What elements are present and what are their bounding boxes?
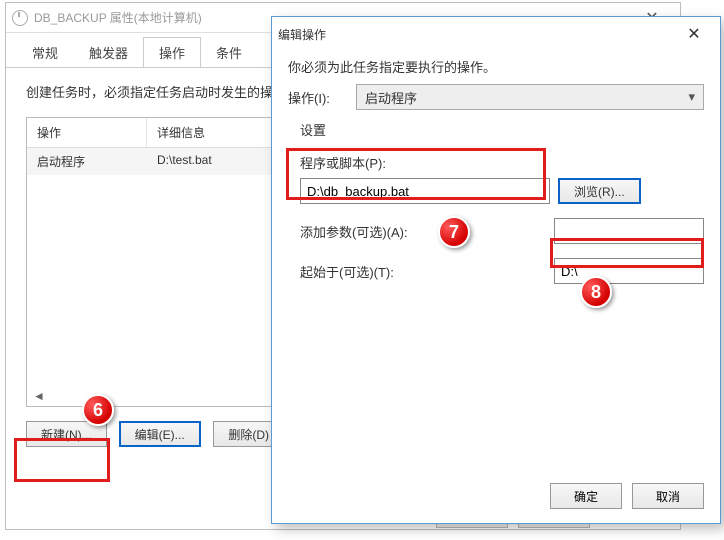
startin-row: 起始于(可选)(T): <box>300 258 704 284</box>
th-action[interactable]: 操作 <box>27 118 147 147</box>
edit-button[interactable]: 编辑(E)... <box>119 421 201 447</box>
tab-conditions[interactable]: 条件 <box>200 37 258 67</box>
scheduler-icon <box>12 10 28 26</box>
program-label: 程序或脚本(P): <box>300 153 704 172</box>
cell-action: 启动程序 <box>27 148 147 175</box>
settings-fieldset: 程序或脚本(P): 浏览(R)... 添加参数(可选)(A): 起始于(可选)(… <box>288 153 704 284</box>
args-row: 添加参数(可选)(A): <box>300 218 704 244</box>
tab-triggers[interactable]: 触发器 <box>73 37 144 67</box>
settings-label: 设置 <box>300 120 704 139</box>
cancel-button[interactable]: 取消 <box>632 483 704 509</box>
action-select-value: 启动程序 <box>365 88 417 107</box>
args-input[interactable] <box>554 218 704 244</box>
program-input[interactable] <box>300 178 550 204</box>
scroll-left-icon[interactable]: ◄ <box>29 387 49 404</box>
args-label: 添加参数(可选)(A): <box>300 222 408 241</box>
browse-button[interactable]: 浏览(R)... <box>558 178 641 204</box>
tab-general[interactable]: 常规 <box>16 37 74 67</box>
dialog-buttons: 确定 取消 <box>550 469 704 509</box>
dialog-title: 编辑操作 <box>278 26 326 43</box>
action-select-row: 操作(I): 启动程序 ▾ <box>288 84 704 110</box>
action-select[interactable]: 启动程序 ▾ <box>356 84 704 110</box>
window-title: DB_BACKUP 属性(本地计算机) <box>34 9 202 26</box>
new-button[interactable]: 新建(N)... <box>26 421 107 447</box>
edit-action-dialog: 编辑操作 ✕ 你必须为此任务指定要执行的操作。 操作(I): 启动程序 ▾ 设置… <box>271 16 721 524</box>
tab-actions[interactable]: 操作 <box>143 37 201 67</box>
dialog-close-icon[interactable]: ✕ <box>674 24 714 44</box>
startin-label: 起始于(可选)(T): <box>300 262 394 281</box>
chevron-down-icon: ▾ <box>688 89 695 105</box>
startin-input[interactable] <box>554 258 704 284</box>
dialog-titlebar: 编辑操作 ✕ <box>272 17 720 51</box>
dialog-hint: 你必须为此任务指定要执行的操作。 <box>288 57 704 76</box>
program-row: 浏览(R)... <box>300 178 704 204</box>
action-label: 操作(I): <box>288 88 348 107</box>
dialog-body: 你必须为此任务指定要执行的操作。 操作(I): 启动程序 ▾ 设置 程序或脚本(… <box>272 57 720 294</box>
ok-button[interactable]: 确定 <box>550 483 622 509</box>
